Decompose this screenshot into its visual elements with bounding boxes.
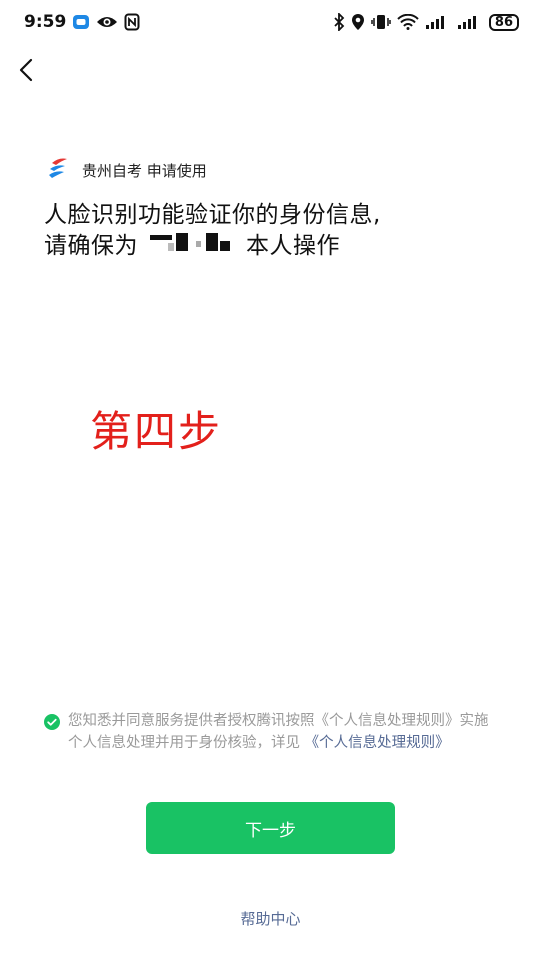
app-request-text: 申请使用 [146,161,207,180]
privacy-agreement: 您知悉并同意服务提供者授权腾讯按照《个人信息处理规则》实施个人信息处理并用于身份… [44,710,499,754]
app-name: 贵州自考 [82,161,143,180]
headline-line-2: 请确保为 本人操作 [44,231,504,262]
privacy-rules-link[interactable]: 《个人信息处理规则》 [305,735,450,751]
chevron-left-icon [19,58,33,82]
battery-indicator: 86 [488,13,519,31]
bluetooth-icon [333,13,345,31]
signal-icon-2 [457,14,483,30]
status-time: 9:59 [24,12,67,32]
eye-icon [96,14,118,30]
location-icon [351,13,365,31]
back-button[interactable] [12,56,40,84]
status-bar: 9:59 86 [0,0,541,44]
guizhou-zikao-logo-icon [46,156,70,184]
step-annotation: 第四步 [90,407,223,456]
app-request-row: 贵州自考 申请使用 [46,157,207,183]
wifi-icon [397,14,419,30]
headline-suffix: 本人操作 [246,233,340,259]
headline-line-1: 人脸识别功能验证你的身份信息, [44,202,381,228]
verification-headline: 人脸识别功能验证你的身份信息, 请确保为 本人操作 [44,200,504,262]
status-bar-left: 9:59 [24,12,140,32]
status-bar-right: 86 [333,13,519,31]
help-center-link[interactable]: 帮助中心 [0,908,541,929]
headline-prefix: 请确保为 [44,233,138,259]
agreement-text: 您知悉并同意服务提供者授权腾讯按照《个人信息处理规则》实施个人信息处理并用于身份… [68,710,499,754]
masked-name [146,231,238,262]
battery-level: 86 [494,14,513,30]
checkbox-checked-icon[interactable] [44,714,60,737]
next-step-button[interactable]: 下一步 [146,802,395,854]
signal-icon [425,14,451,30]
vibrate-icon [371,14,391,30]
nfc-icon [124,13,140,31]
chat-app-icon [72,13,90,31]
